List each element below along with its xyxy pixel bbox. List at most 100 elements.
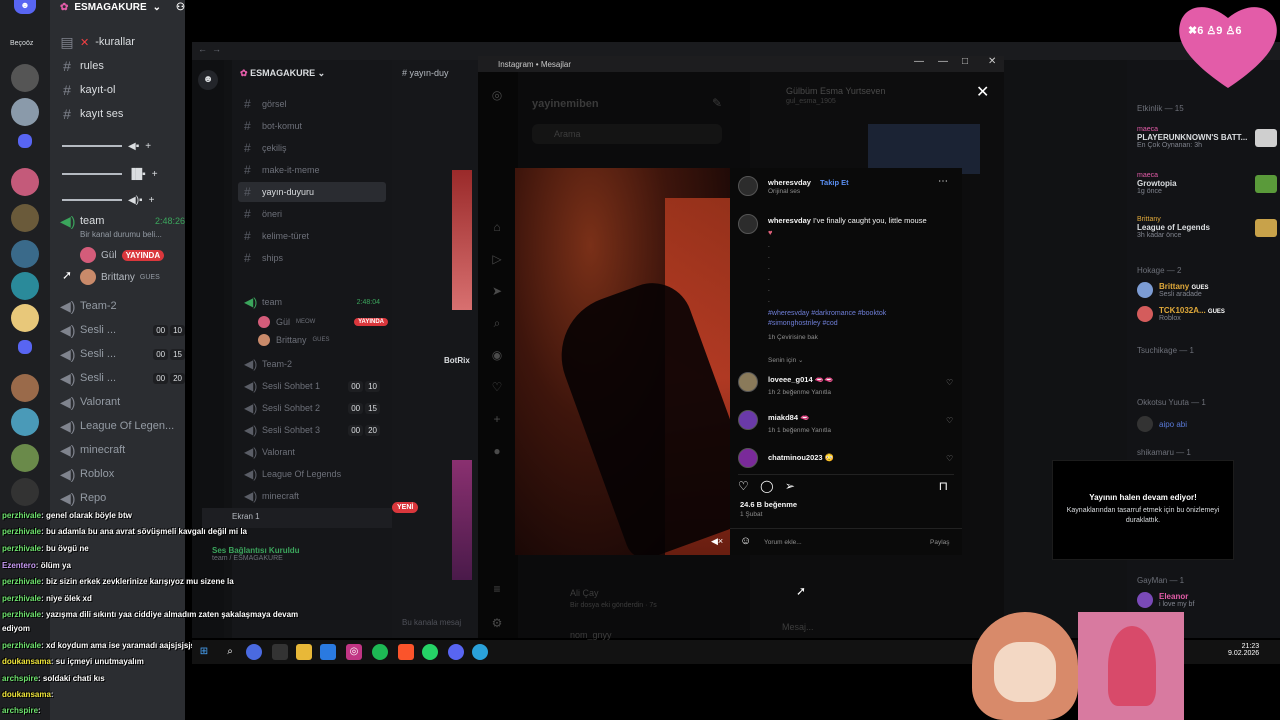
voice-user[interactable]: Brittany GUES (80, 268, 160, 286)
slider-row[interactable]: ◀)▪ + (62, 194, 154, 206)
bg-voice-user[interactable]: Gül MEOW YAYINDA (258, 312, 388, 332)
follow-button[interactable]: Takip Et (820, 178, 849, 187)
member-item[interactable]: Eleanor i love my bf (1137, 592, 1277, 608)
system-clock[interactable]: 21:23 9.02.2026 (1228, 643, 1259, 657)
voice-channel[interactable]: ◀) Team-2 (60, 296, 185, 316)
send-icon[interactable]: ➤ (490, 284, 504, 298)
home-icon[interactable]: ⌂ (490, 220, 504, 234)
server-icon[interactable] (11, 98, 39, 126)
voice-channel[interactable]: ◀) League Of Legen... (60, 416, 185, 436)
bg-voice-channel[interactable]: ◀) Sesli Sohbet 2 00 15 (244, 398, 394, 418)
voice-channel[interactable]: ◀) minecraft (60, 440, 185, 460)
voice-channel[interactable]: ◀) Valorant (60, 392, 185, 412)
voice-channel[interactable]: ◀) Roblox (60, 464, 185, 484)
thread-name[interactable]: Gülbüm Esma Yurtseven (786, 86, 885, 96)
server-icon[interactable] (11, 168, 39, 196)
server-icon[interactable] (11, 64, 39, 92)
member-item[interactable]: Brittany GUES Sesli aradade (1137, 282, 1277, 298)
member-item[interactable]: aipo abi (1137, 416, 1277, 432)
server-icon[interactable] (11, 272, 39, 300)
bg-server-header[interactable]: ✿ ESMAGAKURE ⌄ (240, 68, 325, 79)
voice-channel[interactable]: ◀) Sesli ... 00 20 (60, 368, 185, 388)
brave-icon[interactable] (398, 644, 414, 660)
telegram-icon[interactable] (472, 644, 488, 660)
reels-icon[interactable]: ▷ (490, 252, 504, 266)
avatar[interactable] (738, 410, 758, 430)
for-you-label[interactable]: Senin için ⌄ (768, 356, 803, 364)
instagram-app-icon[interactable]: ◎ (346, 644, 362, 660)
voice-channel[interactable]: ◀) Repo (60, 488, 185, 508)
save-icon[interactable]: ⊓ (939, 479, 948, 493)
bg-voice-channel[interactable]: ◀) Sesli Sohbet 1 00 10 (244, 376, 394, 396)
screen-share-bar[interactable]: Ekran 1 (202, 508, 392, 528)
mute-icon[interactable]: ◀× (711, 536, 723, 547)
comment-like-icon[interactable]: ♡ (946, 416, 953, 425)
discord-home-icon[interactable]: ☻ (198, 70, 218, 90)
spotify-icon[interactable] (372, 644, 388, 660)
menu-icon[interactable]: ≡ (490, 582, 504, 596)
activity-item[interactable]: Brittany League of Legends 3h kadar önce (1137, 216, 1277, 239)
message-input[interactable]: Mesaj... (782, 622, 814, 632)
server-icon[interactable] (18, 340, 32, 354)
server-header[interactable]: ✿ ESMAGAKURE ⌄ ⚇ (60, 0, 185, 14)
dm-row-name[interactable]: Ali Çay (570, 588, 599, 598)
voice-status[interactable]: Bir kanal durumu beli... (80, 230, 162, 239)
slider-row[interactable]: ◀▪ + (62, 140, 151, 152)
bg-channel[interactable]: # make-it-meme (244, 160, 394, 180)
instagram-logo-icon[interactable]: ◎ (490, 88, 504, 102)
compose-icon[interactable]: ✎ (712, 96, 722, 110)
bg-channel[interactable]: # ships (244, 248, 394, 268)
server-icon[interactable] (18, 134, 32, 148)
emoji-icon[interactable]: ☺ (740, 535, 751, 547)
like-count[interactable]: 24.6 B beğenme (740, 500, 797, 509)
minimize-icon-2[interactable]: — (938, 56, 948, 67)
avatar[interactable] (738, 448, 758, 468)
server-icon[interactable] (11, 444, 39, 472)
dm-search-input[interactable]: Arama (532, 124, 722, 144)
dm-row-name[interactable]: nom_gnyy (570, 630, 612, 640)
add-member-icon[interactable]: ⚇ (176, 2, 185, 13)
slider-row[interactable]: ▐█▪ + (62, 168, 158, 180)
voice-channel[interactable]: ◀) Sesli ... 00 10 (60, 320, 185, 340)
voice-user[interactable]: Gül YAYINDA (80, 246, 165, 264)
windows-start-icon[interactable]: ⊞ (196, 644, 212, 660)
file-explorer-icon[interactable] (296, 644, 312, 660)
bg-voice-channel[interactable]: ◀) Team-2 (244, 354, 394, 374)
forward-arrow-icon[interactable]: → (212, 44, 221, 54)
avatar[interactable] (738, 372, 758, 392)
dm-username[interactable]: yayinemiben (532, 98, 599, 110)
comment-like-icon[interactable]: ♡ (946, 378, 953, 387)
server-icon[interactable] (11, 478, 39, 506)
member-item[interactable]: TCK1032A... GUES Roblox (1137, 306, 1277, 322)
like-icon[interactable]: ♡ (738, 479, 749, 493)
server-icon[interactable] (11, 374, 39, 402)
discord-app-icon[interactable] (448, 644, 464, 660)
heart-icon[interactable]: ♡ (490, 380, 504, 394)
whatsapp-icon[interactable] (422, 644, 438, 660)
voice-channel[interactable]: ◀) Sesli ... 00 15 (60, 344, 185, 364)
close-icon[interactable]: ✕ (988, 56, 996, 67)
explore-icon[interactable]: ◉ (490, 348, 504, 362)
hashtags[interactable]: #simonghostriley #cod (768, 320, 838, 327)
bg-voice-channel[interactable]: ◀) Sesli Sohbet 3 00 20 (244, 420, 394, 440)
activity-item[interactable]: maeca PLAYERUNKNOWN'S BATT... En Çok Oynan… (1137, 126, 1277, 149)
post-video[interactable]: ◀× (515, 168, 730, 555)
modal-close-icon[interactable]: ✕ (976, 82, 989, 102)
maximize-icon[interactable]: □ (962, 56, 968, 67)
voice-channel-team[interactable]: ◀) team 2:48:26 (60, 211, 185, 231)
comment-like-icon[interactable]: ♡ (946, 454, 953, 463)
bg-voice-channel[interactable]: ◀) Valorant (244, 442, 394, 462)
share-button[interactable]: Paylaş (930, 539, 950, 546)
search-icon[interactable]: ⌕ (490, 316, 504, 330)
avatar[interactable] (738, 214, 758, 234)
comment-input[interactable]: Yorum ekle... (764, 539, 802, 546)
minimize-icon[interactable]: — (914, 56, 924, 67)
channel[interactable]: # kayıt-ol (60, 80, 185, 100)
bg-channel-selected[interactable]: # yayın-duyuru (238, 182, 386, 202)
bg-channel[interactable]: # bot-komut (244, 116, 394, 136)
search-icon[interactable]: ⌕ (222, 644, 238, 660)
channel-rules[interactable]: ▤ ✕ -kurallar (60, 32, 185, 52)
bg-channel[interactable]: # çekiliş (244, 138, 394, 158)
bg-voice-team[interactable]: ◀) team 2:48:04 (244, 292, 394, 312)
profile-icon[interactable]: ● (490, 444, 504, 458)
